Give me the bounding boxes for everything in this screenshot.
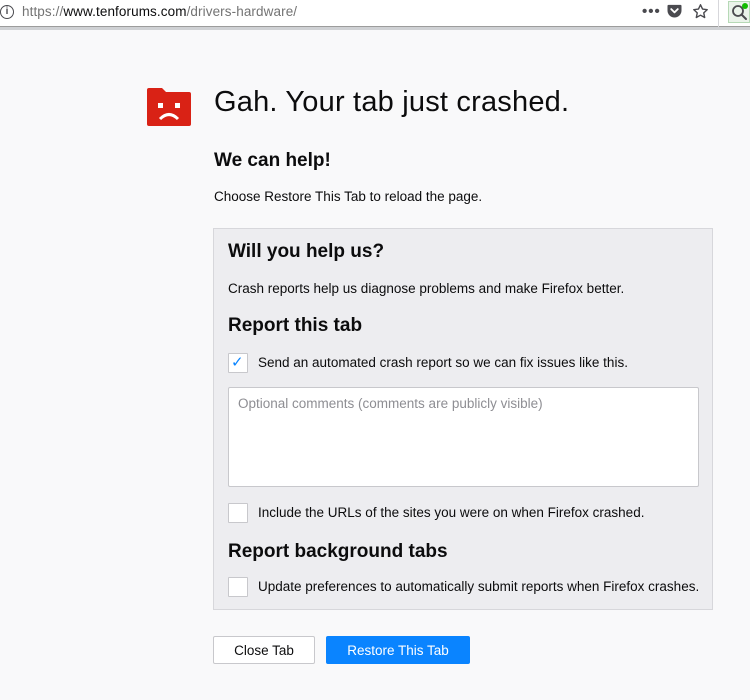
page-actions-icon[interactable]: ••• xyxy=(642,3,661,20)
url-prefix: https:// xyxy=(22,4,64,19)
restore-tab-button[interactable]: Restore This Tab xyxy=(326,636,470,664)
url-text[interactable]: https://www.tenforums.com/drivers-hardwa… xyxy=(22,4,297,19)
auto-submit-option[interactable]: Update preferences to automatically subm… xyxy=(228,577,708,597)
send-report-label[interactable]: Send an automated crash report so we can… xyxy=(258,355,628,370)
sad-folder-icon xyxy=(147,88,191,126)
url-bar[interactable]: i https://www.tenforums.com/drivers-hard… xyxy=(0,0,750,30)
auto-submit-checkbox[interactable] xyxy=(228,577,248,597)
panel-description: Crash reports help us diagnose problems … xyxy=(228,281,625,296)
url-domain: www.tenforums.com xyxy=(63,4,187,19)
panel-heading: Will you help us? xyxy=(228,241,385,262)
send-report-option[interactable]: ✓ Send an automated crash report so we c… xyxy=(228,353,708,373)
url-bar-shadow xyxy=(0,27,750,30)
include-urls-label[interactable]: Include the URLs of the sites you were o… xyxy=(258,505,644,520)
pocket-icon[interactable] xyxy=(667,4,682,18)
url-path: /drivers-hardware/ xyxy=(186,4,298,19)
crash-report-panel: Will you help us? Crash reports help us … xyxy=(213,228,713,610)
search-extension-icon[interactable] xyxy=(728,1,750,23)
auto-submit-label[interactable]: Update preferences to automatically subm… xyxy=(258,579,699,594)
include-urls-option[interactable]: Include the URLs of the sites you were o… xyxy=(228,503,708,523)
check-mark-icon: ✓ xyxy=(231,354,244,371)
include-urls-checkbox[interactable] xyxy=(228,503,248,523)
url-bar-separator xyxy=(718,0,719,27)
page-title: Gah. Your tab just crashed. xyxy=(214,86,570,118)
help-heading: We can help! xyxy=(214,150,331,171)
close-tab-button[interactable]: Close Tab xyxy=(213,636,315,664)
background-tabs-heading: Report background tabs xyxy=(228,541,448,562)
comments-field[interactable] xyxy=(228,387,699,487)
help-text: Choose Restore This Tab to reload the pa… xyxy=(214,189,483,204)
report-tab-heading: Report this tab xyxy=(228,315,363,336)
info-icon[interactable]: i xyxy=(0,5,14,19)
send-report-checkbox[interactable]: ✓ xyxy=(228,353,248,373)
bookmark-star-icon[interactable] xyxy=(692,3,709,20)
